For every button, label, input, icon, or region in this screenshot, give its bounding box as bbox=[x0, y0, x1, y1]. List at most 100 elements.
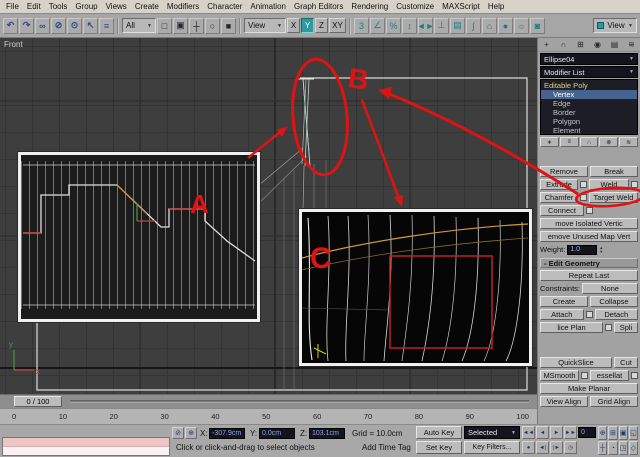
render-setup-icon[interactable]: ☼ bbox=[514, 17, 529, 34]
previous-frame-icon[interactable]: ◄ bbox=[536, 426, 549, 439]
pin-stack-icon[interactable]: ∗ bbox=[540, 137, 559, 147]
zoom-region-icon[interactable]: ◱ bbox=[628, 426, 638, 440]
menu-item[interactable]: Customize bbox=[392, 2, 438, 11]
configure-modifier-sets-icon[interactable]: ≋ bbox=[619, 137, 638, 147]
bind-to-spacewarp-icon[interactable]: ⊙ bbox=[67, 17, 82, 34]
material-editor-icon[interactable]: ● bbox=[498, 17, 513, 34]
track-bar[interactable]: 0 10 20 30 40 50 60 70 80 90 100 bbox=[0, 408, 537, 424]
snaps-toggle-icon[interactable]: 3 bbox=[354, 17, 369, 34]
make-planar-button[interactable]: Make Planar bbox=[540, 383, 638, 394]
cut-button[interactable]: Cut bbox=[614, 357, 638, 368]
field-of-view-icon[interactable]: ◇ bbox=[628, 441, 638, 455]
zoom-icon[interactable]: ⊕ bbox=[598, 426, 608, 440]
select-rotate-icon[interactable]: ○ bbox=[205, 17, 220, 34]
stack-item-vertex[interactable]: Vertex bbox=[541, 90, 637, 99]
menu-item[interactable]: Graph Editors bbox=[290, 2, 347, 11]
go-to-end-icon[interactable]: ►► bbox=[564, 426, 577, 439]
break-button[interactable]: Break bbox=[590, 166, 638, 177]
select-by-name-icon[interactable]: ≡ bbox=[99, 17, 114, 34]
menu-item[interactable]: File bbox=[2, 2, 23, 11]
detach-button[interactable]: Detach bbox=[594, 309, 638, 320]
y-coordinate-field[interactable] bbox=[259, 428, 295, 439]
menu-item[interactable]: MAXScript bbox=[438, 2, 484, 11]
play-icon[interactable]: ► bbox=[550, 426, 563, 439]
stack-item-element[interactable]: Element bbox=[541, 126, 637, 134]
tab-modify-icon[interactable]: ∩ bbox=[557, 39, 570, 51]
curve-editor-icon[interactable]: ∫ bbox=[466, 17, 481, 34]
tab-utilities-icon[interactable]: ≋ bbox=[625, 39, 638, 51]
stack-item-border[interactable]: Border bbox=[541, 108, 637, 117]
connect-button[interactable]: Connect bbox=[540, 205, 584, 216]
selection-lock-toggle-icon[interactable]: ⊘ bbox=[172, 427, 184, 439]
angle-snap-icon[interactable]: ∠ bbox=[370, 17, 385, 34]
selection-filter-dropdown[interactable]: All ▼ bbox=[122, 18, 156, 33]
axis-constraint-z-button[interactable]: Z bbox=[315, 18, 328, 33]
weld-button[interactable]: Weld bbox=[589, 179, 629, 190]
chamfer-button[interactable]: Chamfer bbox=[540, 192, 578, 203]
msmooth-button[interactable]: MSmooth bbox=[540, 370, 579, 381]
weld-settings-button[interactable] bbox=[631, 181, 638, 188]
time-slider-groove[interactable] bbox=[70, 400, 529, 403]
tessellate-settings-button[interactable] bbox=[631, 372, 638, 379]
split-button[interactable]: Spli bbox=[614, 322, 638, 333]
msmooth-settings-button[interactable] bbox=[581, 372, 588, 379]
layer-manager-icon[interactable]: ▤ bbox=[450, 17, 465, 34]
key-mode-toggle-icon[interactable]: ● bbox=[522, 441, 535, 454]
set-key-button[interactable]: Set Key bbox=[416, 441, 462, 454]
schematic-view-icon[interactable]: ⌂ bbox=[482, 17, 497, 34]
align-icon[interactable]: ⊥ bbox=[434, 17, 449, 34]
select-move-icon[interactable]: ┼ bbox=[189, 17, 204, 34]
attach-button[interactable]: Attach bbox=[540, 309, 584, 320]
min-max-toggle-icon[interactable]: ◳ bbox=[618, 441, 628, 455]
previous-key-icon[interactable]: ◄| bbox=[536, 441, 549, 454]
remove-button[interactable]: Remove bbox=[540, 166, 588, 177]
menu-item[interactable]: Modifiers bbox=[163, 2, 203, 11]
menu-item[interactable]: Animation bbox=[246, 2, 290, 11]
mirror-icon[interactable]: ◄► bbox=[418, 17, 433, 34]
time-configuration-icon[interactable]: ◷ bbox=[564, 441, 577, 454]
tessellate-button[interactable]: essellat bbox=[590, 370, 629, 381]
weight-field[interactable] bbox=[567, 244, 598, 255]
axis-constraint-y-button[interactable]: Y bbox=[301, 18, 314, 33]
key-filters-button[interactable]: Key Filters... bbox=[464, 441, 520, 454]
extrude-button[interactable]: Extrude bbox=[540, 179, 578, 190]
make-unique-icon[interactable]: ∴ bbox=[579, 137, 599, 147]
quickslice-button[interactable]: QuickSlice bbox=[540, 357, 612, 368]
slice-settings-button[interactable] bbox=[605, 324, 612, 331]
tab-motion-icon[interactable]: ◉ bbox=[591, 39, 604, 51]
view-align-button[interactable]: View Align bbox=[540, 396, 588, 407]
next-key-icon[interactable]: |► bbox=[550, 441, 563, 454]
extrude-settings-button[interactable] bbox=[580, 181, 587, 188]
attach-settings-button[interactable] bbox=[585, 311, 593, 318]
go-to-start-icon[interactable]: ◄◄ bbox=[522, 426, 535, 439]
viewport-label[interactable]: Front bbox=[4, 40, 23, 49]
select-object-icon[interactable]: ↖ bbox=[83, 17, 98, 34]
add-time-tag[interactable]: Add Time Tag bbox=[362, 443, 411, 452]
menu-item[interactable]: Tools bbox=[45, 2, 72, 11]
remove-isolated-vertices-button[interactable]: move Isolated Vertic bbox=[540, 218, 638, 229]
menu-item[interactable]: Help bbox=[484, 2, 508, 11]
menu-item[interactable]: Rendering bbox=[347, 2, 392, 11]
time-slider-handle[interactable]: 0 / 100 bbox=[14, 396, 62, 407]
maxscript-mini-listener[interactable] bbox=[2, 437, 170, 456]
spinner-down-icon[interactable]: ▼ bbox=[599, 249, 603, 254]
unlink-selection-icon[interactable]: ⊘ bbox=[51, 17, 66, 34]
stack-item-edge[interactable]: Edge bbox=[541, 99, 637, 108]
zoom-all-icon[interactable]: ⊞ bbox=[608, 426, 618, 440]
grid-align-button[interactable]: Grid Align bbox=[590, 396, 638, 407]
target-weld-button[interactable]: Target Weld bbox=[589, 192, 638, 203]
create-button[interactable]: Create bbox=[540, 296, 588, 307]
select-scale-icon[interactable]: ■ bbox=[221, 17, 236, 34]
current-frame-field[interactable] bbox=[578, 427, 596, 438]
percent-snap-icon[interactable]: % bbox=[386, 17, 401, 34]
modifier-list-dropdown[interactable]: Modifier List ▼ bbox=[540, 66, 638, 78]
remove-modifier-icon[interactable]: ⊗ bbox=[599, 137, 619, 147]
menu-item[interactable]: Character bbox=[203, 2, 246, 11]
spinner-snap-icon[interactable]: ↕ bbox=[402, 17, 417, 34]
zoom-extents-icon[interactable]: ▣ bbox=[618, 426, 628, 440]
viewport-front[interactable]: Front x y bbox=[0, 38, 537, 394]
redo-icon[interactable]: ↷ bbox=[19, 17, 34, 34]
arc-rotate-icon[interactable]: ◔ bbox=[608, 441, 618, 455]
selection-set-dropdown[interactable]: Selected ▼ bbox=[464, 426, 520, 439]
tab-hierarchy-icon[interactable]: ⊞ bbox=[574, 39, 587, 51]
